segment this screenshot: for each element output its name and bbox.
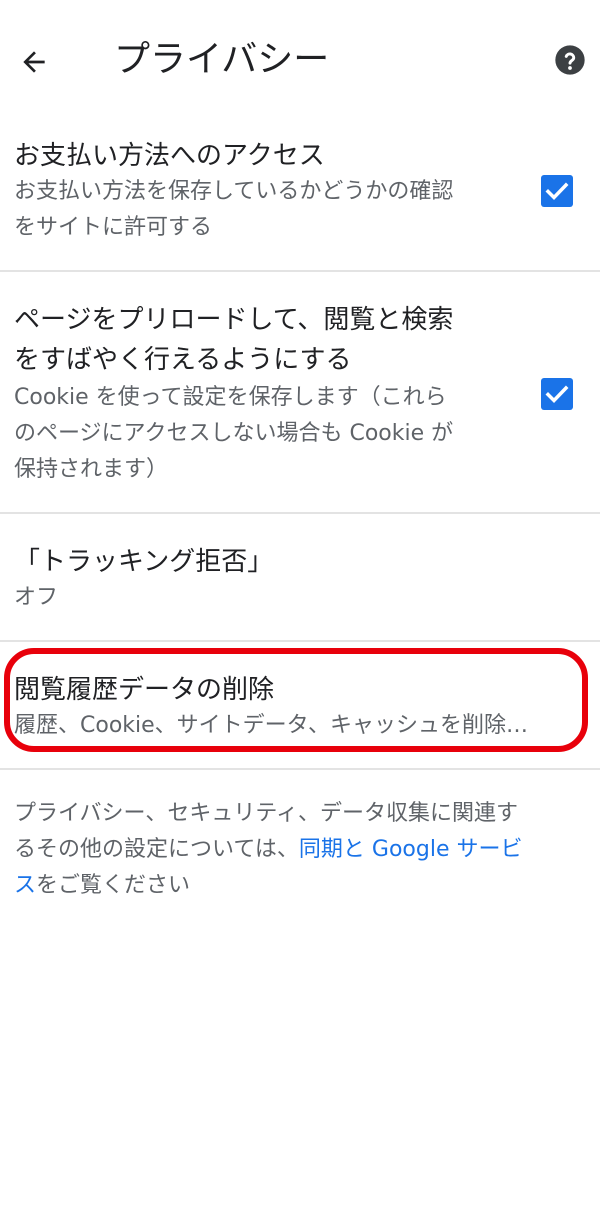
back-button[interactable] xyxy=(10,38,58,86)
footer-line: るその他の設定については、同期と Google サービ xyxy=(14,832,589,868)
divider xyxy=(0,270,600,272)
divider xyxy=(0,512,600,514)
payment-access-checkbox[interactable] xyxy=(541,175,573,207)
checkmark-icon xyxy=(545,182,569,201)
footer-line: プライバシー、セキュリティ、データ収集に関連す xyxy=(14,801,519,826)
pref-summary: 履歴、Cookie、サイトデータ、キャッシュを削除… xyxy=(14,713,529,738)
divider xyxy=(0,640,600,642)
footer-text: をご覧ください xyxy=(36,873,191,898)
pref-summary-line: Cookie を使って設定を保存します（これら xyxy=(14,385,447,410)
pref-title: お支払い方法へのアクセス xyxy=(14,141,325,171)
pref-summary-line: のページにアクセスしない場合も Cookie が xyxy=(14,421,454,446)
pref-summary-line: お支払い方法を保存しているかどうかの確認 xyxy=(14,179,454,204)
footer-text: るその他の設定については、 xyxy=(14,837,299,862)
pref-summary-line: をサイトに許可する xyxy=(14,215,213,240)
pref-summary-line: 保持されます） xyxy=(14,457,169,482)
help-circle-icon xyxy=(555,45,585,75)
pref-title: 「トラッキング拒否」 xyxy=(14,547,274,577)
pref-preload-pages[interactable]: ページをプリロードして、閲覧と検索 をすばやく行えるようにする Cookie を… xyxy=(0,292,600,510)
privacy-footer-text: プライバシー、セキュリティ、データ収集に関連す るその他の設定については、同期と… xyxy=(14,796,589,904)
arrow-left-icon xyxy=(23,51,45,73)
preload-pages-checkbox[interactable] xyxy=(541,378,573,410)
checkmark-icon xyxy=(545,385,569,404)
pref-title: 閲覧履歴データの削除 xyxy=(14,675,275,705)
divider xyxy=(0,768,600,770)
sync-google-services-link[interactable]: 同期と Google サービ xyxy=(299,837,523,862)
help-button[interactable] xyxy=(550,40,590,80)
pref-clear-browsing-data[interactable]: 閲覧履歴データの削除 履歴、Cookie、サイトデータ、キャッシュを削除… xyxy=(0,660,600,760)
pref-title-line: をすばやく行えるようにする xyxy=(14,345,352,375)
pref-payment-method-access[interactable]: お支払い方法へのアクセス お支払い方法を保存しているかどうかの確認 をサイトに許… xyxy=(0,130,600,270)
pref-do-not-track[interactable]: 「トラッキング拒否」 オフ xyxy=(0,530,600,638)
page-title: プライバシー xyxy=(114,39,330,80)
footer-line: スをご覧ください xyxy=(14,868,589,904)
pref-summary: オフ xyxy=(14,585,59,610)
app-bar: プライバシー xyxy=(0,0,600,122)
pref-title-line: ページをプリロードして、閲覧と検索 xyxy=(14,305,454,335)
sync-google-services-link-continued[interactable]: ス xyxy=(14,873,36,898)
